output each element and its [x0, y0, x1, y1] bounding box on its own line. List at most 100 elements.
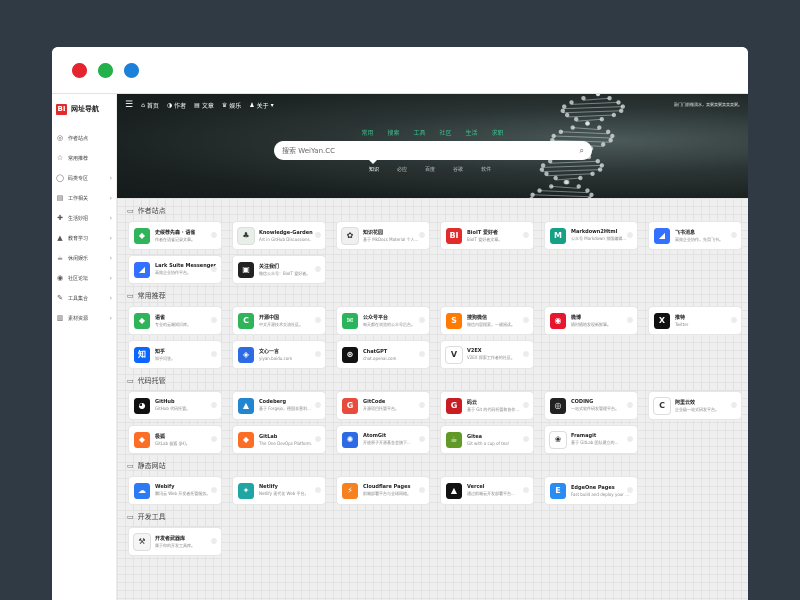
top-nav-link[interactable]: ♛ 娱乐 [222, 101, 241, 110]
site-card[interactable]: ✦ Netlify Netlify 现代化 Web 平台。 [233, 477, 325, 504]
open-link-icon[interactable] [627, 317, 633, 323]
site-card[interactable]: ☕ Gitea Git with a cup of tea! [441, 426, 533, 453]
open-link-icon[interactable] [627, 487, 633, 493]
sidebar-item[interactable]: ◯ 码类专区 › [52, 168, 116, 188]
open-link-icon[interactable] [419, 317, 425, 323]
open-link-icon[interactable] [211, 538, 217, 544]
open-link-icon[interactable] [211, 232, 217, 238]
open-link-icon[interactable] [315, 487, 321, 493]
site-card[interactable]: ❀ Framagit 基于 GitLab 团队建立的... [545, 426, 637, 453]
sidebar-item[interactable]: ▥ 素材资源 › [52, 308, 116, 328]
search-category-tab[interactable]: 搜索 [387, 128, 399, 137]
brand[interactable]: BI 网址导航 [52, 100, 116, 118]
site-card[interactable]: ♣ Knowledge-Garden Art in GitHub Discussio… [233, 222, 325, 249]
open-link-icon[interactable] [523, 402, 529, 408]
sidebar-item[interactable]: ☕ 休闲娱乐 › [52, 248, 116, 268]
open-link-icon[interactable] [731, 317, 737, 323]
site-card[interactable]: ⚒ 开发者武器库 属于你的开发工具库。 [129, 528, 221, 555]
site-card[interactable]: BI BioIT 爱好者 BioIT 爱好者文章。 [441, 222, 533, 249]
sidebar-item[interactable]: ◎ 作者站点 [52, 128, 116, 148]
site-card[interactable]: ☁ Webify 腾讯云 Web 开发者托管服务。 [129, 477, 221, 504]
open-link-icon[interactable] [523, 351, 529, 357]
open-link-icon[interactable] [731, 232, 737, 238]
sidebar-item[interactable]: ✎ 工具集合 › [52, 288, 116, 308]
site-card[interactable]: ▲ Vercel 通过前端云开发部署平台... [441, 477, 533, 504]
site-card[interactable]: ◆ 史绥荐先森 · 语雀 作者在语雀记录文章。 [129, 222, 221, 249]
site-card[interactable]: ◢ Lark Suite Messenger 高效企业协作平台。 [129, 256, 221, 283]
top-nav-link[interactable]: ▤ 文章 [194, 101, 214, 110]
search-category-tab[interactable]: 生活 [466, 128, 478, 137]
search-engine-tab[interactable]: 知识 [369, 166, 379, 173]
site-card[interactable]: C 阿里云效 企业级一站式研发平台。 [649, 392, 741, 419]
open-link-icon[interactable] [627, 232, 633, 238]
search-engine-tab[interactable]: 谷歌 [453, 166, 463, 173]
open-link-icon[interactable] [419, 487, 425, 493]
sidebar-item[interactable]: ✚ 生活妙招 › [52, 208, 116, 228]
open-link-icon[interactable] [419, 351, 425, 357]
open-link-icon[interactable] [315, 232, 321, 238]
site-card[interactable]: ◎ CODING 一站式软件研发管理平台。 [545, 392, 637, 419]
open-link-icon[interactable] [211, 266, 217, 272]
open-link-icon[interactable] [627, 402, 633, 408]
open-link-icon[interactable] [523, 436, 529, 442]
site-card[interactable]: E EdgeOne Pages Fast build and deploy your… [545, 477, 637, 504]
search-engine-tab[interactable]: 百度 [425, 166, 435, 173]
search-category-tab[interactable]: 求职 [492, 128, 504, 137]
search-engine-tab[interactable]: 软件 [481, 166, 491, 173]
open-link-icon[interactable] [419, 402, 425, 408]
open-link-icon[interactable] [419, 436, 425, 442]
open-link-icon[interactable] [523, 317, 529, 323]
search-input[interactable]: 搜索 WeiYan.CC [282, 146, 580, 156]
site-card[interactable]: S 搜狗微信 微信内容搜索，一键阅读。 [441, 307, 533, 334]
site-card[interactable]: V V2EX V2EX 探索工作者的社区。 [441, 341, 533, 368]
search-category-tab[interactable]: 工具 [413, 128, 425, 137]
site-card[interactable]: G 码云 基于 Git 的代码托管和协作... [441, 392, 533, 419]
search-category-tab[interactable]: 社区 [440, 128, 452, 137]
site-card[interactable]: ⊛ ChatGPT chat.openai.com [337, 341, 429, 368]
close-window-button[interactable] [72, 63, 87, 78]
sidebar-item[interactable]: ▤ 工作相关 › [52, 188, 116, 208]
open-link-icon[interactable] [523, 232, 529, 238]
open-link-icon[interactable] [419, 232, 425, 238]
maximize-window-button[interactable] [98, 63, 113, 78]
site-card[interactable]: ▲ Codeberg 基于 Forgejo，德国非营利... [233, 392, 325, 419]
open-link-icon[interactable] [315, 266, 321, 272]
sidebar-item[interactable]: ▲ 教育学习 › [52, 228, 116, 248]
top-nav-link[interactable]: ♟ 关于 ▾ [249, 101, 273, 110]
open-link-icon[interactable] [211, 351, 217, 357]
site-card[interactable]: ✺ AtomGit 开放原子开源基金会旗下... [337, 426, 429, 453]
site-card[interactable]: ◢ 飞书消息 高效企业协作，先用飞书。 [649, 222, 741, 249]
site-card[interactable]: ◈ 文心一言 yiyan.baidu.com [233, 341, 325, 368]
top-nav-link[interactable]: ◑ 作者 [167, 101, 186, 110]
site-card[interactable]: ◉ 微博 随时随地发现新鲜事。 [545, 307, 637, 334]
open-link-icon[interactable] [315, 402, 321, 408]
sidebar-item[interactable]: ☆ 常用推荐 [52, 148, 116, 168]
site-card[interactable]: X 推特 Twitter [649, 307, 741, 334]
open-link-icon[interactable] [523, 487, 529, 493]
open-link-icon[interactable] [211, 487, 217, 493]
minimize-window-button[interactable] [124, 63, 139, 78]
menu-toggle-icon[interactable]: ☰ [125, 100, 133, 110]
site-card[interactable]: 知知乎 知乎问答。 [129, 341, 221, 368]
site-card[interactable]: C 开源中国 中文开源技术交流社区。 [233, 307, 325, 334]
site-card[interactable]: ✉ 公众号平台 每天都在浏览的公众号后台。 [337, 307, 429, 334]
site-card[interactable]: M Markdown2Html 公众号 Markdown 排版编辑... [545, 222, 637, 249]
open-link-icon[interactable] [211, 317, 217, 323]
sidebar-item[interactable]: ◉ 社区论坛 › [52, 268, 116, 288]
site-card[interactable]: ◆ 语雀 专业的云端知识库。 [129, 307, 221, 334]
search-engine-tab[interactable]: 必应 [397, 166, 407, 173]
open-link-icon[interactable] [211, 436, 217, 442]
search-category-tab[interactable]: 常用 [361, 128, 373, 137]
open-link-icon[interactable] [315, 351, 321, 357]
open-link-icon[interactable] [211, 402, 217, 408]
top-nav-link[interactable]: ⌂ 首页 [141, 101, 159, 110]
open-link-icon[interactable] [315, 317, 321, 323]
search-icon[interactable]: ⌕ [580, 146, 584, 156]
open-link-icon[interactable] [315, 436, 321, 442]
site-card[interactable]: ◆ 极狐 GitLab 极狐 (JH)。 [129, 426, 221, 453]
site-card[interactable]: ✿ 知识花园 基于 MkDocs Material 个人... [337, 222, 429, 249]
open-link-icon[interactable] [731, 402, 737, 408]
open-link-icon[interactable] [627, 436, 633, 442]
site-card[interactable]: G GitCode 开源项目托管平台。 [337, 392, 429, 419]
site-card[interactable]: ▣ 关注我们 微信公众号：BioIT 爱好者。 [233, 256, 325, 283]
